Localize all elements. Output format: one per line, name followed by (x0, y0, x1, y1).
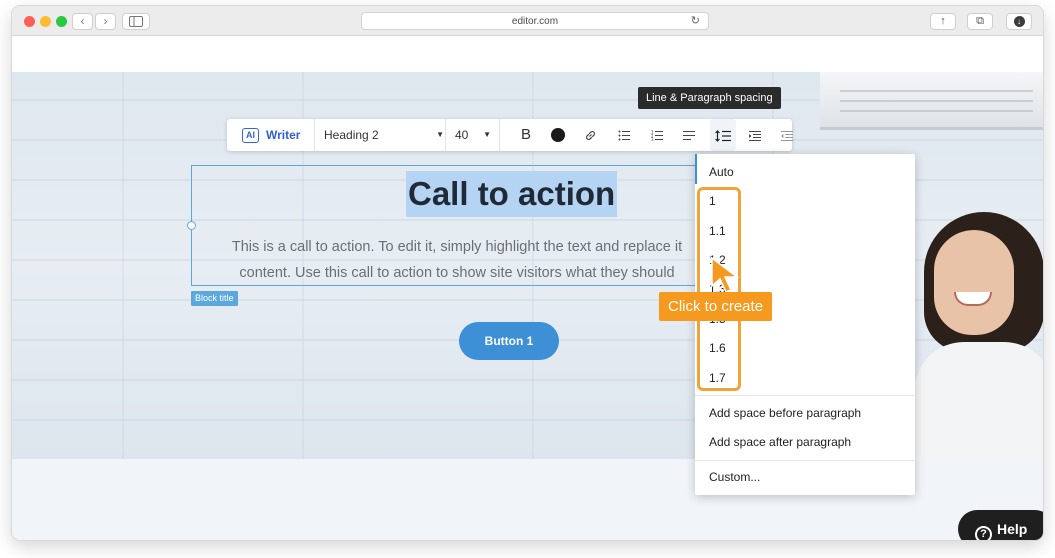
svg-text:3: 3 (651, 137, 654, 141)
reload-icon[interactable]: ↻ (691, 13, 700, 30)
block-body-text[interactable]: This is a call to action. To edit it, si… (217, 234, 697, 286)
body-text-line: content. Use this call to action to show… (239, 265, 675, 281)
bulleted-list-icon[interactable] (613, 119, 635, 151)
page-header-area (12, 37, 1043, 72)
downloads-button[interactable]: ↓ (1006, 13, 1032, 30)
chevron-right-icon: › (103, 14, 108, 28)
font-size-select[interactable]: 40 ▼ (455, 119, 491, 151)
align-icon[interactable] (678, 119, 700, 151)
add-space-after-option[interactable]: Add space after paragraph (709, 435, 851, 449)
person-image (914, 212, 1043, 459)
toolbar-divider (499, 119, 500, 151)
download-icon: ↓ (1013, 16, 1025, 27)
toolbar-divider (445, 119, 446, 151)
tabs-button[interactable]: ⧉ (967, 13, 993, 30)
outdent-icon[interactable] (776, 119, 798, 151)
numbered-list-icon[interactable]: 123 (646, 119, 668, 151)
ai-writer-button[interactable]: Writer (266, 119, 300, 151)
spacing-option-auto[interactable]: Auto (709, 165, 734, 179)
chevron-left-icon: ‹ (80, 14, 85, 28)
share-button[interactable]: ↑ (930, 13, 956, 30)
url-text: editor.com (511, 16, 559, 27)
bold-button[interactable]: B (521, 119, 531, 151)
back-button[interactable]: ‹ (72, 13, 93, 30)
font-size-value: 40 (455, 128, 469, 142)
dropdown-divider (695, 395, 915, 396)
custom-spacing-option[interactable]: Custom... (709, 470, 760, 484)
text-style-select[interactable]: Heading 2 ▼ (324, 119, 444, 151)
question-icon: ? (975, 526, 992, 540)
body-text-line: This is a call to action. To edit it, si… (231, 239, 683, 255)
maximize-window-button[interactable] (56, 16, 67, 27)
air-conditioner-image (820, 72, 1043, 130)
block-title-tag: Block title (191, 291, 238, 306)
chevron-down-icon: ▼ (483, 130, 491, 139)
block-resize-handle[interactable] (187, 221, 196, 230)
text-formatting-toolbar: AI Writer Heading 2 ▼ 40 ▼ B 123 (227, 119, 793, 151)
click-to-create-callout: Click to create (659, 292, 773, 321)
help-button[interactable]: ? Help (958, 510, 1043, 540)
dropdown-divider (695, 460, 915, 461)
chevron-down-icon: ▼ (436, 130, 444, 139)
close-window-button[interactable] (24, 16, 35, 27)
add-space-before-option[interactable]: Add space before paragraph (709, 406, 861, 420)
toolbar-divider (314, 119, 315, 151)
address-bar[interactable]: editor.com ↻ (361, 12, 709, 30)
share-icon: ↑ (940, 15, 946, 27)
block-heading[interactable]: Call to action (406, 171, 618, 217)
link-icon[interactable] (579, 119, 601, 151)
cta-button[interactable]: Button 1 (459, 322, 559, 360)
browser-titlebar: ‹ › editor.com ↻ ↑ ⧉ ↓ (12, 6, 1043, 36)
browser-window: ‹ › editor.com ↻ ↑ ⧉ ↓ Line & Paragraph … (12, 6, 1043, 540)
help-label: Help (997, 521, 1028, 537)
sidebar-toggle-button[interactable] (122, 13, 150, 30)
selected-indicator (695, 154, 697, 184)
text-color-button[interactable] (551, 128, 565, 142)
tabs-icon: ⧉ (976, 15, 984, 27)
forward-button[interactable]: › (95, 13, 116, 30)
indent-icon[interactable] (744, 119, 766, 151)
line-spacing-icon[interactable] (710, 119, 736, 151)
wall-texture (122, 72, 124, 459)
sidebar-icon (129, 16, 143, 27)
editor-page: Line & Paragraph spacing AI Writer Headi… (12, 37, 1043, 540)
ai-icon[interactable]: AI (242, 128, 259, 143)
minimize-window-button[interactable] (40, 16, 51, 27)
text-style-value: Heading 2 (324, 128, 379, 142)
line-spacing-tooltip: Line & Paragraph spacing (638, 87, 781, 109)
